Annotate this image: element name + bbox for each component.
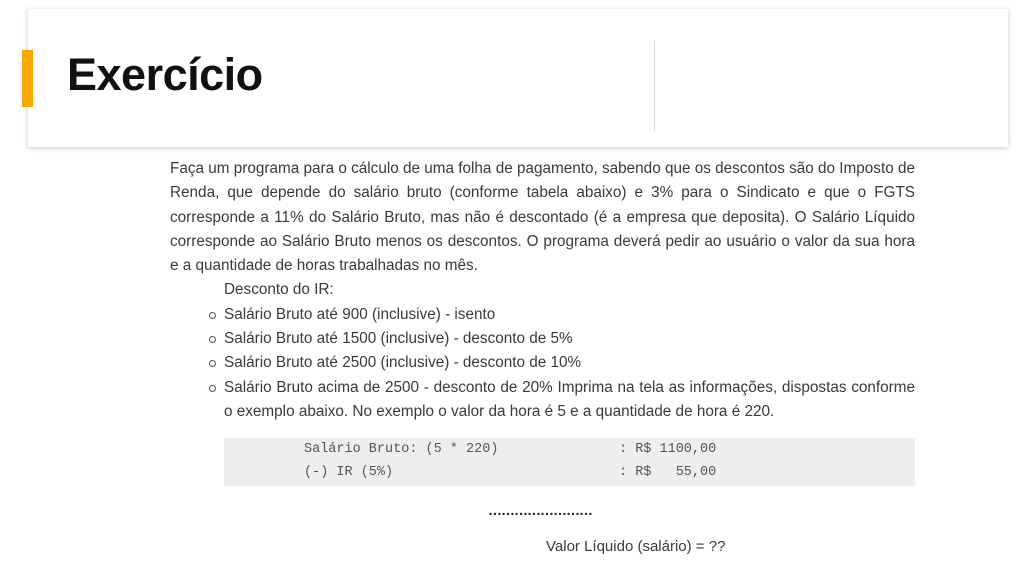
code-line-label: Salário Bruto: (5 * 220)	[304, 442, 499, 457]
circle-bullet-icon	[209, 360, 216, 368]
list-item: Salário Bruto acima de 2500 - desconto d…	[209, 376, 915, 425]
list-item: Salário Bruto até 2500 (inclusive) - des…	[209, 351, 915, 375]
list-item-text: Salário Bruto até 900 (inclusive) - isen…	[224, 305, 496, 323]
ellipsis-dots: ……………………	[488, 502, 593, 518]
code-line-value: : R$ 1100,00	[619, 442, 717, 457]
header-divider	[654, 41, 655, 131]
net-salary-result: Valor Líquido (salário) = ??	[546, 538, 726, 555]
ir-discount-title: Desconto do IR:	[224, 281, 334, 299]
list-item: Salário Bruto até 1500 (inclusive) - des…	[209, 327, 915, 351]
page-title: Exercício	[67, 49, 263, 100]
title-accent-bar	[22, 50, 33, 107]
code-line-value: : R$ 55,00	[619, 465, 717, 480]
code-line-label: (-) IR (5%)	[304, 465, 394, 480]
list-item-text: Salário Bruto até 1500 (inclusive) - des…	[224, 330, 573, 348]
exercise-content: Faça um programa para o cálculo de uma f…	[170, 157, 915, 424]
list-item-text: Salário Bruto até 2500 (inclusive) - des…	[224, 354, 582, 372]
ir-discount-list: Salário Bruto até 900 (inclusive) - isen…	[170, 303, 915, 424]
exercise-intro: Faça um programa para o cálculo de uma f…	[170, 160, 915, 275]
circle-bullet-icon	[209, 336, 216, 344]
circle-bullet-icon	[209, 311, 216, 319]
list-item-text: Salário Bruto acima de 2500 - desconto d…	[224, 378, 915, 420]
list-item: Salário Bruto até 900 (inclusive) - isen…	[209, 303, 915, 327]
circle-bullet-icon	[209, 384, 216, 392]
example-code-block: Salário Bruto: (5 * 220) : R$ 1100,00 (-…	[224, 438, 915, 486]
